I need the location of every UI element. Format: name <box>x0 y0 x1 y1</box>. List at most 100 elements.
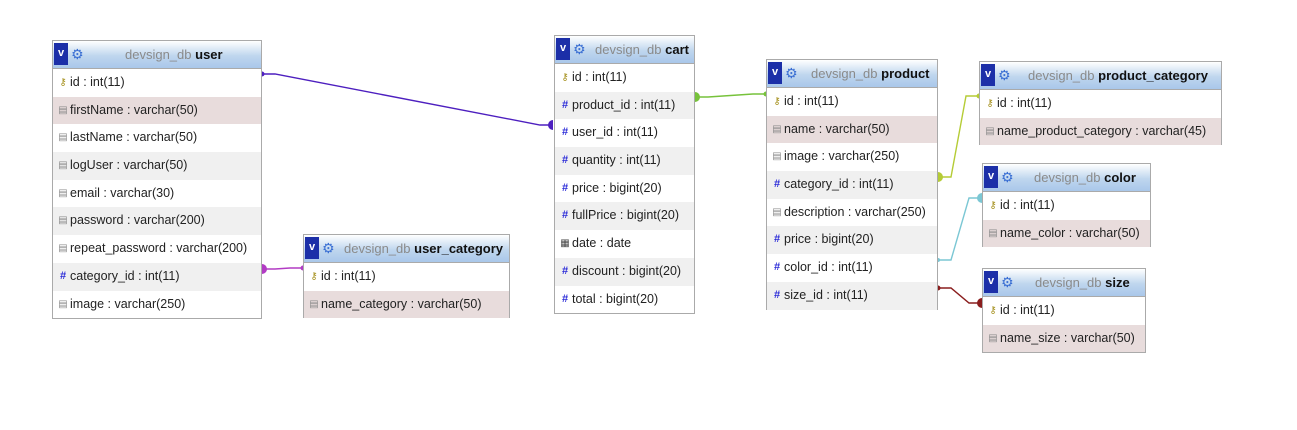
numeric-field-icon: # <box>561 264 569 277</box>
table-row[interactable]: # category_id : int(11) <box>767 171 937 199</box>
table-row[interactable]: ▤ name_product_category : varchar(45) <box>980 117 1221 146</box>
table-product-category[interactable]: v ⚙ devsign_db product_category ⚷ id : in… <box>979 61 1222 146</box>
link-product-product-category <box>938 95 979 178</box>
column-label: product_id : int(11) <box>572 97 676 112</box>
gear-icon[interactable]: ⚙ <box>1001 270 1014 295</box>
table-header[interactable]: v ⚙ devsign_db color <box>983 164 1150 192</box>
table-row[interactable]: # quantity : int(11) <box>555 147 694 175</box>
toggle-icon[interactable]: v <box>305 237 319 259</box>
gear-icon[interactable]: ⚙ <box>998 63 1011 88</box>
column-label: color_id : int(11) <box>784 260 873 275</box>
table-header[interactable]: v ⚙ devsign_db product <box>767 60 937 88</box>
table-color[interactable]: v ⚙ devsign_db color ⚷ id : int(11) ▤ name… <box>982 163 1151 248</box>
table-row[interactable]: # color_id : int(11) <box>767 254 937 282</box>
column-label: lastName : varchar(50) <box>70 130 198 145</box>
table-row[interactable]: # user_id : int(11) <box>555 119 694 147</box>
column-label: category_id : int(11) <box>70 268 180 283</box>
table-title: devsign_db color <box>1034 164 1136 191</box>
key-icon: ⚷ <box>986 98 994 109</box>
table-row[interactable]: ▤ password : varchar(200) <box>53 207 261 236</box>
column-label: user_id : int(11) <box>572 125 658 140</box>
table-title: devsign_db product_category <box>1028 62 1208 89</box>
table-row[interactable]: ▤ logUser : varchar(50) <box>53 152 261 180</box>
link-user-user-category-start-icon <box>262 264 267 274</box>
table-title: devsign_db cart <box>595 36 689 63</box>
table-row[interactable]: ▤ name_category : varchar(50) <box>304 290 509 319</box>
link-cart-product <box>695 93 766 98</box>
table-row[interactable]: ▦ date : date <box>555 230 694 258</box>
toggle-icon[interactable]: v <box>984 166 998 188</box>
table-row[interactable]: ▤ name_size : varchar(50) <box>983 324 1145 353</box>
column-label: id : int(11) <box>997 96 1052 110</box>
numeric-field-icon: # <box>59 269 67 282</box>
column-label: fullPrice : bigint(20) <box>572 208 679 223</box>
toggle-icon[interactable]: v <box>984 271 998 293</box>
text-field-icon: ▤ <box>58 104 68 116</box>
table-row[interactable]: # discount : bigint(20) <box>555 257 694 286</box>
db-name: devsign_db <box>1028 68 1095 83</box>
toggle-icon[interactable]: v <box>556 38 570 60</box>
table-header[interactable]: v ⚙ devsign_db cart <box>555 36 694 64</box>
table-row[interactable]: # price : bigint(20) <box>555 175 694 203</box>
gear-icon[interactable]: ⚙ <box>573 37 586 62</box>
table-row[interactable]: ⚷ id : int(11) <box>980 90 1221 118</box>
table-row[interactable]: # size_id : int(11) <box>767 281 937 310</box>
table-row[interactable]: ▤ name : varchar(50) <box>767 115 937 144</box>
table-cart[interactable]: v ⚙ devsign_db cart ⚷ id : int(11) # produ… <box>554 35 695 314</box>
table-row[interactable]: ⚷ id : int(11) <box>983 297 1145 325</box>
table-row[interactable]: # category_id : int(11) <box>53 262 261 291</box>
table-row[interactable]: ⚷ id : int(11) <box>767 88 937 116</box>
toggle-icon[interactable]: v <box>54 43 68 65</box>
table-row[interactable]: # total : bigint(20) <box>555 286 694 314</box>
table-row[interactable]: ⚷ id : int(11) <box>304 263 509 291</box>
table-user[interactable]: v ⚙ devsign_db user ⚷ id : int(11) ▤ first… <box>52 40 262 319</box>
db-name: devsign_db <box>344 241 411 256</box>
gear-icon[interactable]: ⚙ <box>1001 165 1014 190</box>
column-label: id : int(11) <box>1000 303 1055 317</box>
table-name: size <box>1105 275 1130 290</box>
gear-icon[interactable]: ⚙ <box>71 42 84 67</box>
table-row[interactable]: ⚷ id : int(11) <box>53 69 261 97</box>
text-field-icon: ▤ <box>988 332 998 344</box>
table-row[interactable]: ▤ email : varchar(30) <box>53 180 261 208</box>
key-icon: ⚷ <box>989 305 997 316</box>
key-icon: ⚷ <box>773 96 781 107</box>
table-row[interactable]: # product_id : int(11) <box>555 91 694 120</box>
table-row[interactable]: ▤ repeat_password : varchar(200) <box>53 235 261 263</box>
table-row[interactable]: ▤ lastName : varchar(50) <box>53 124 261 152</box>
table-row[interactable]: ▤ firstName : varchar(50) <box>53 96 261 125</box>
column-label: logUser : varchar(50) <box>70 158 188 173</box>
table-header[interactable]: v ⚙ devsign_db user <box>53 41 261 69</box>
table-size[interactable]: v ⚙ devsign_db size ⚷ id : int(11) ▤ name_… <box>982 268 1146 353</box>
table-header[interactable]: v ⚙ devsign_db user_category <box>304 235 509 263</box>
column-label: price : bigint(20) <box>784 232 874 247</box>
table-row[interactable]: ▤ image : varchar(250) <box>767 143 937 171</box>
table-row[interactable]: ▤ name_color : varchar(50) <box>983 219 1150 248</box>
table-row[interactable]: # fullPrice : bigint(20) <box>555 202 694 231</box>
link-product-size <box>938 287 982 304</box>
toggle-icon[interactable]: v <box>981 64 995 86</box>
table-row[interactable]: ▤ description : varchar(250) <box>767 199 937 227</box>
db-name: devsign_db <box>125 47 192 62</box>
link-user-user-category <box>262 267 303 270</box>
table-row[interactable]: ⚷ id : int(11) <box>983 192 1150 220</box>
table-product[interactable]: v ⚙ devsign_db product ⚷ id : int(11) ▤ na… <box>766 59 938 310</box>
table-row[interactable]: # price : bigint(20) <box>767 226 937 255</box>
toggle-icon[interactable]: v <box>768 62 782 84</box>
key-icon: ⚷ <box>310 271 318 282</box>
link-cart-user-start-icon <box>548 120 553 130</box>
column-label: email : varchar(30) <box>70 185 175 200</box>
column-label: name_color : varchar(50) <box>1000 225 1140 240</box>
table-user-category[interactable]: v ⚙ devsign_db user_category ⚷ id : int(1… <box>303 234 510 319</box>
table-row[interactable]: ⚷ id : int(11) <box>555 64 694 92</box>
gear-icon[interactable]: ⚙ <box>322 236 335 261</box>
table-name: user <box>195 47 223 62</box>
table-header[interactable]: v ⚙ devsign_db size <box>983 269 1145 297</box>
column-label: password : varchar(200) <box>70 213 205 228</box>
table-row[interactable]: ▤ image : varchar(250) <box>53 291 261 319</box>
table-header[interactable]: v ⚙ devsign_db product_category <box>980 62 1221 90</box>
table-name: product <box>881 66 930 81</box>
table-title: devsign_db user_category <box>344 235 503 262</box>
gear-icon[interactable]: ⚙ <box>785 61 798 86</box>
db-name: devsign_db <box>811 66 878 81</box>
